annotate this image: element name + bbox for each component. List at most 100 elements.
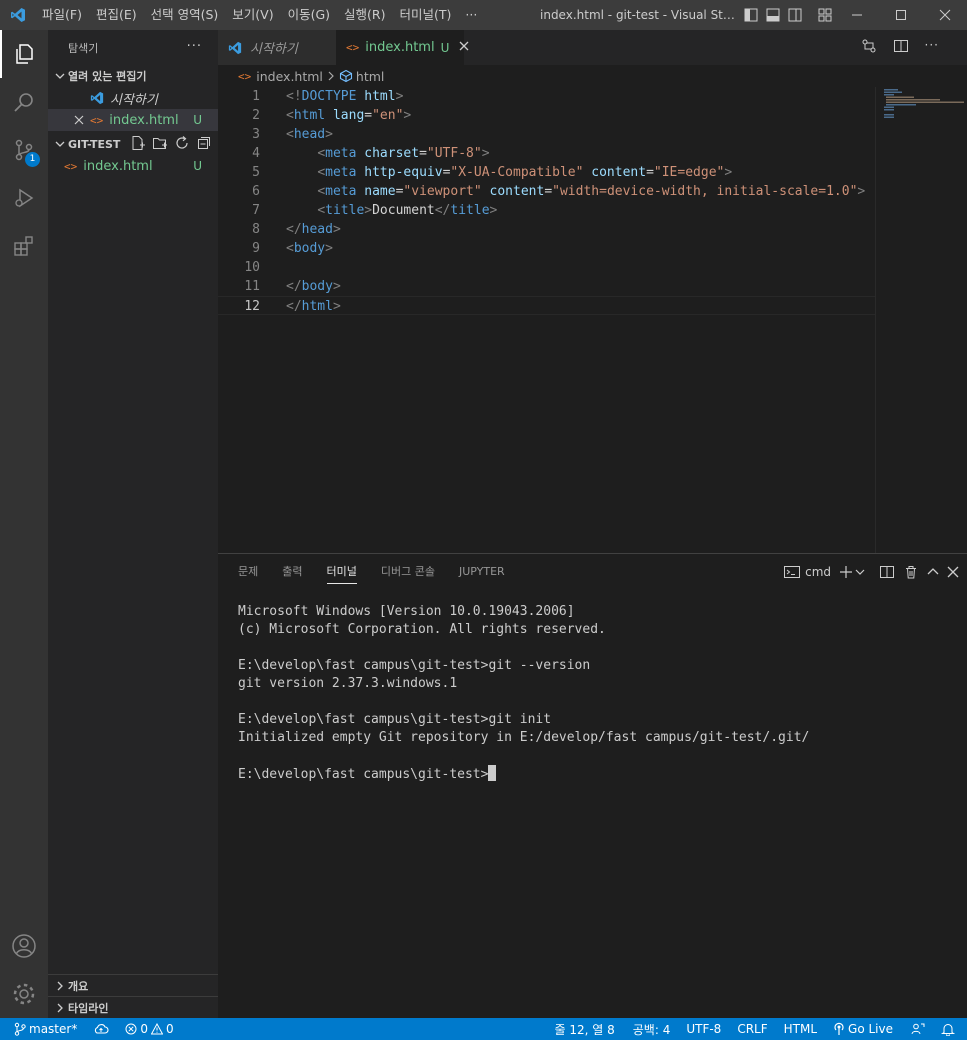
- branch-indicator[interactable]: master*: [0, 1018, 83, 1040]
- line-number: 8: [252, 222, 260, 237]
- cursor-position[interactable]: 줄 12, 열 8: [549, 1018, 621, 1040]
- problems-indicator[interactable]: 0 0: [119, 1018, 179, 1040]
- account-icon[interactable]: [0, 922, 48, 970]
- source-control-icon[interactable]: 1: [0, 126, 48, 174]
- encoding[interactable]: UTF-8: [680, 1018, 727, 1040]
- symbol-icon: [339, 69, 353, 83]
- terminal-selector[interactable]: cmd: [784, 554, 831, 590]
- code-token: >: [481, 146, 490, 161]
- panel-tab[interactable]: 디버그 콘솔: [381, 554, 435, 590]
- code-line[interactable]: 11 </body>: [218, 277, 875, 296]
- code-line[interactable]: 8 </head>: [218, 220, 875, 239]
- toggle-panel-icon[interactable]: [762, 0, 784, 30]
- code-line[interactable]: 9 <body>: [218, 239, 875, 258]
- close-icon[interactable]: [459, 40, 469, 55]
- html-file-icon: <>: [238, 69, 252, 83]
- close-icon[interactable]: [74, 115, 84, 125]
- vscode-file-icon: [90, 91, 104, 105]
- open-editors-header[interactable]: 열려 있는 편집기: [48, 65, 218, 87]
- menu-item[interactable]: 터미널(T): [393, 0, 459, 30]
- split-terminal-icon[interactable]: [879, 554, 895, 590]
- terminal-output[interactable]: Microsoft Windows [Version 10.0.19043.20…: [238, 603, 809, 783]
- settings-gear-icon[interactable]: [0, 970, 48, 1018]
- menu-item[interactable]: 편집(E): [89, 0, 144, 30]
- refresh-icon[interactable]: [174, 135, 190, 154]
- run-debug-icon[interactable]: [0, 174, 48, 222]
- menu-item[interactable]: 이동(G): [281, 0, 337, 30]
- code-line[interactable]: 7 <title>Document</title>: [218, 201, 875, 220]
- search-icon[interactable]: [0, 78, 48, 126]
- code-line[interactable]: 5 <meta http-equiv = "X-UA-Compatible" con…: [218, 163, 875, 182]
- code-editor[interactable]: 1 <!DOCTYPE html> 2 <html lang="en"> 3 <head>…: [218, 87, 875, 553]
- code-line[interactable]: 3 <head>: [218, 125, 875, 144]
- panel-tab[interactable]: JUPYTER: [459, 554, 505, 590]
- notifications-bell-icon[interactable]: [935, 1018, 961, 1040]
- more-actions-icon[interactable]: ···: [925, 38, 939, 58]
- tab-welcome[interactable]: 시작하기: [218, 30, 336, 65]
- split-editor-icon[interactable]: [893, 38, 909, 58]
- code-line[interactable]: 12 </html>: [218, 296, 875, 315]
- menu-item[interactable]: 파일(F): [35, 0, 89, 30]
- code-line[interactable]: 10: [218, 258, 875, 277]
- panel-tab[interactable]: 문제: [238, 554, 258, 590]
- open-editor-item-index[interactable]: <> index.html U: [48, 109, 218, 131]
- toggle-secondary-sidebar-icon[interactable]: [784, 0, 806, 30]
- code-line[interactable]: 1 <!DOCTYPE html>: [218, 87, 875, 106]
- code-token: content: [489, 184, 545, 199]
- minimize-icon[interactable]: [835, 0, 879, 30]
- terminal-text: E:\develop\fast campus\git-test>: [238, 767, 489, 782]
- minimap[interactable]: [875, 87, 967, 553]
- maximize-icon[interactable]: [879, 0, 923, 30]
- untracked-badge: U: [193, 159, 202, 173]
- breadcrumb-file[interactable]: index.html: [256, 69, 323, 84]
- file-item-index[interactable]: <> index.html U: [48, 155, 218, 177]
- code-token: >: [332, 279, 341, 294]
- menu-item[interactable]: 보기(V): [225, 0, 280, 30]
- chevron-down-icon[interactable]: [855, 554, 865, 590]
- menu-item[interactable]: 실행(R): [337, 0, 392, 30]
- open-changes-icon[interactable]: [861, 38, 877, 58]
- code-token: </: [434, 203, 451, 218]
- code-line[interactable]: 4 <meta charset="UTF-8">: [218, 144, 875, 163]
- explorer-icon[interactable]: [0, 30, 48, 78]
- close-panel-icon[interactable]: [947, 554, 959, 590]
- folder-header[interactable]: GIT-TEST: [48, 133, 218, 155]
- code-token: >: [325, 127, 333, 142]
- collapse-all-icon[interactable]: [196, 135, 212, 154]
- menu-item[interactable]: 선택 영역(S): [144, 0, 226, 30]
- language-mode[interactable]: HTML: [778, 1018, 823, 1040]
- timeline-header[interactable]: 타임라인: [48, 996, 218, 1018]
- line-ending[interactable]: CRLF: [731, 1018, 773, 1040]
- panel-tab[interactable]: 출력: [282, 554, 302, 590]
- layout-controls: [740, 0, 836, 30]
- sync-icon[interactable]: [83, 1018, 119, 1040]
- outline-header[interactable]: 개요: [48, 974, 218, 996]
- code-token: =: [364, 108, 373, 123]
- new-terminal-icon[interactable]: [839, 554, 853, 590]
- go-live-button[interactable]: Go Live: [827, 1018, 899, 1040]
- code-line[interactable]: 2 <html lang="en">: [218, 106, 875, 125]
- new-file-icon[interactable]: [130, 135, 146, 154]
- open-editor-item-welcome[interactable]: 시작하기: [48, 87, 218, 109]
- feedback-icon[interactable]: [905, 1018, 931, 1040]
- window-controls: [835, 0, 967, 30]
- tab-index-html[interactable]: <> index.html U: [336, 30, 469, 65]
- menu-item[interactable]: ···: [458, 0, 484, 30]
- more-actions-icon[interactable]: ···: [187, 39, 202, 54]
- breadcrumb-symbol[interactable]: html: [356, 69, 384, 84]
- trash-icon[interactable]: [903, 554, 919, 590]
- code-token: charset: [364, 146, 420, 161]
- extensions-icon[interactable]: [0, 222, 48, 270]
- explorer-sidebar: 탐색기 ··· 열려 있는 편집기 시작하기 <> index.html U G…: [48, 30, 218, 1018]
- new-folder-icon[interactable]: [152, 135, 168, 154]
- panel-tab[interactable]: 터미널: [326, 554, 358, 590]
- customize-layout-icon[interactable]: [814, 0, 836, 30]
- maximize-panel-icon[interactable]: [927, 554, 939, 590]
- code-line[interactable]: 6 <meta name="viewport" content="width=d…: [218, 182, 875, 201]
- close-window-icon[interactable]: [923, 0, 967, 30]
- code-token: meta: [325, 184, 357, 199]
- indentation[interactable]: 공백: 4: [627, 1018, 677, 1040]
- toggle-sidebar-icon[interactable]: [740, 0, 762, 30]
